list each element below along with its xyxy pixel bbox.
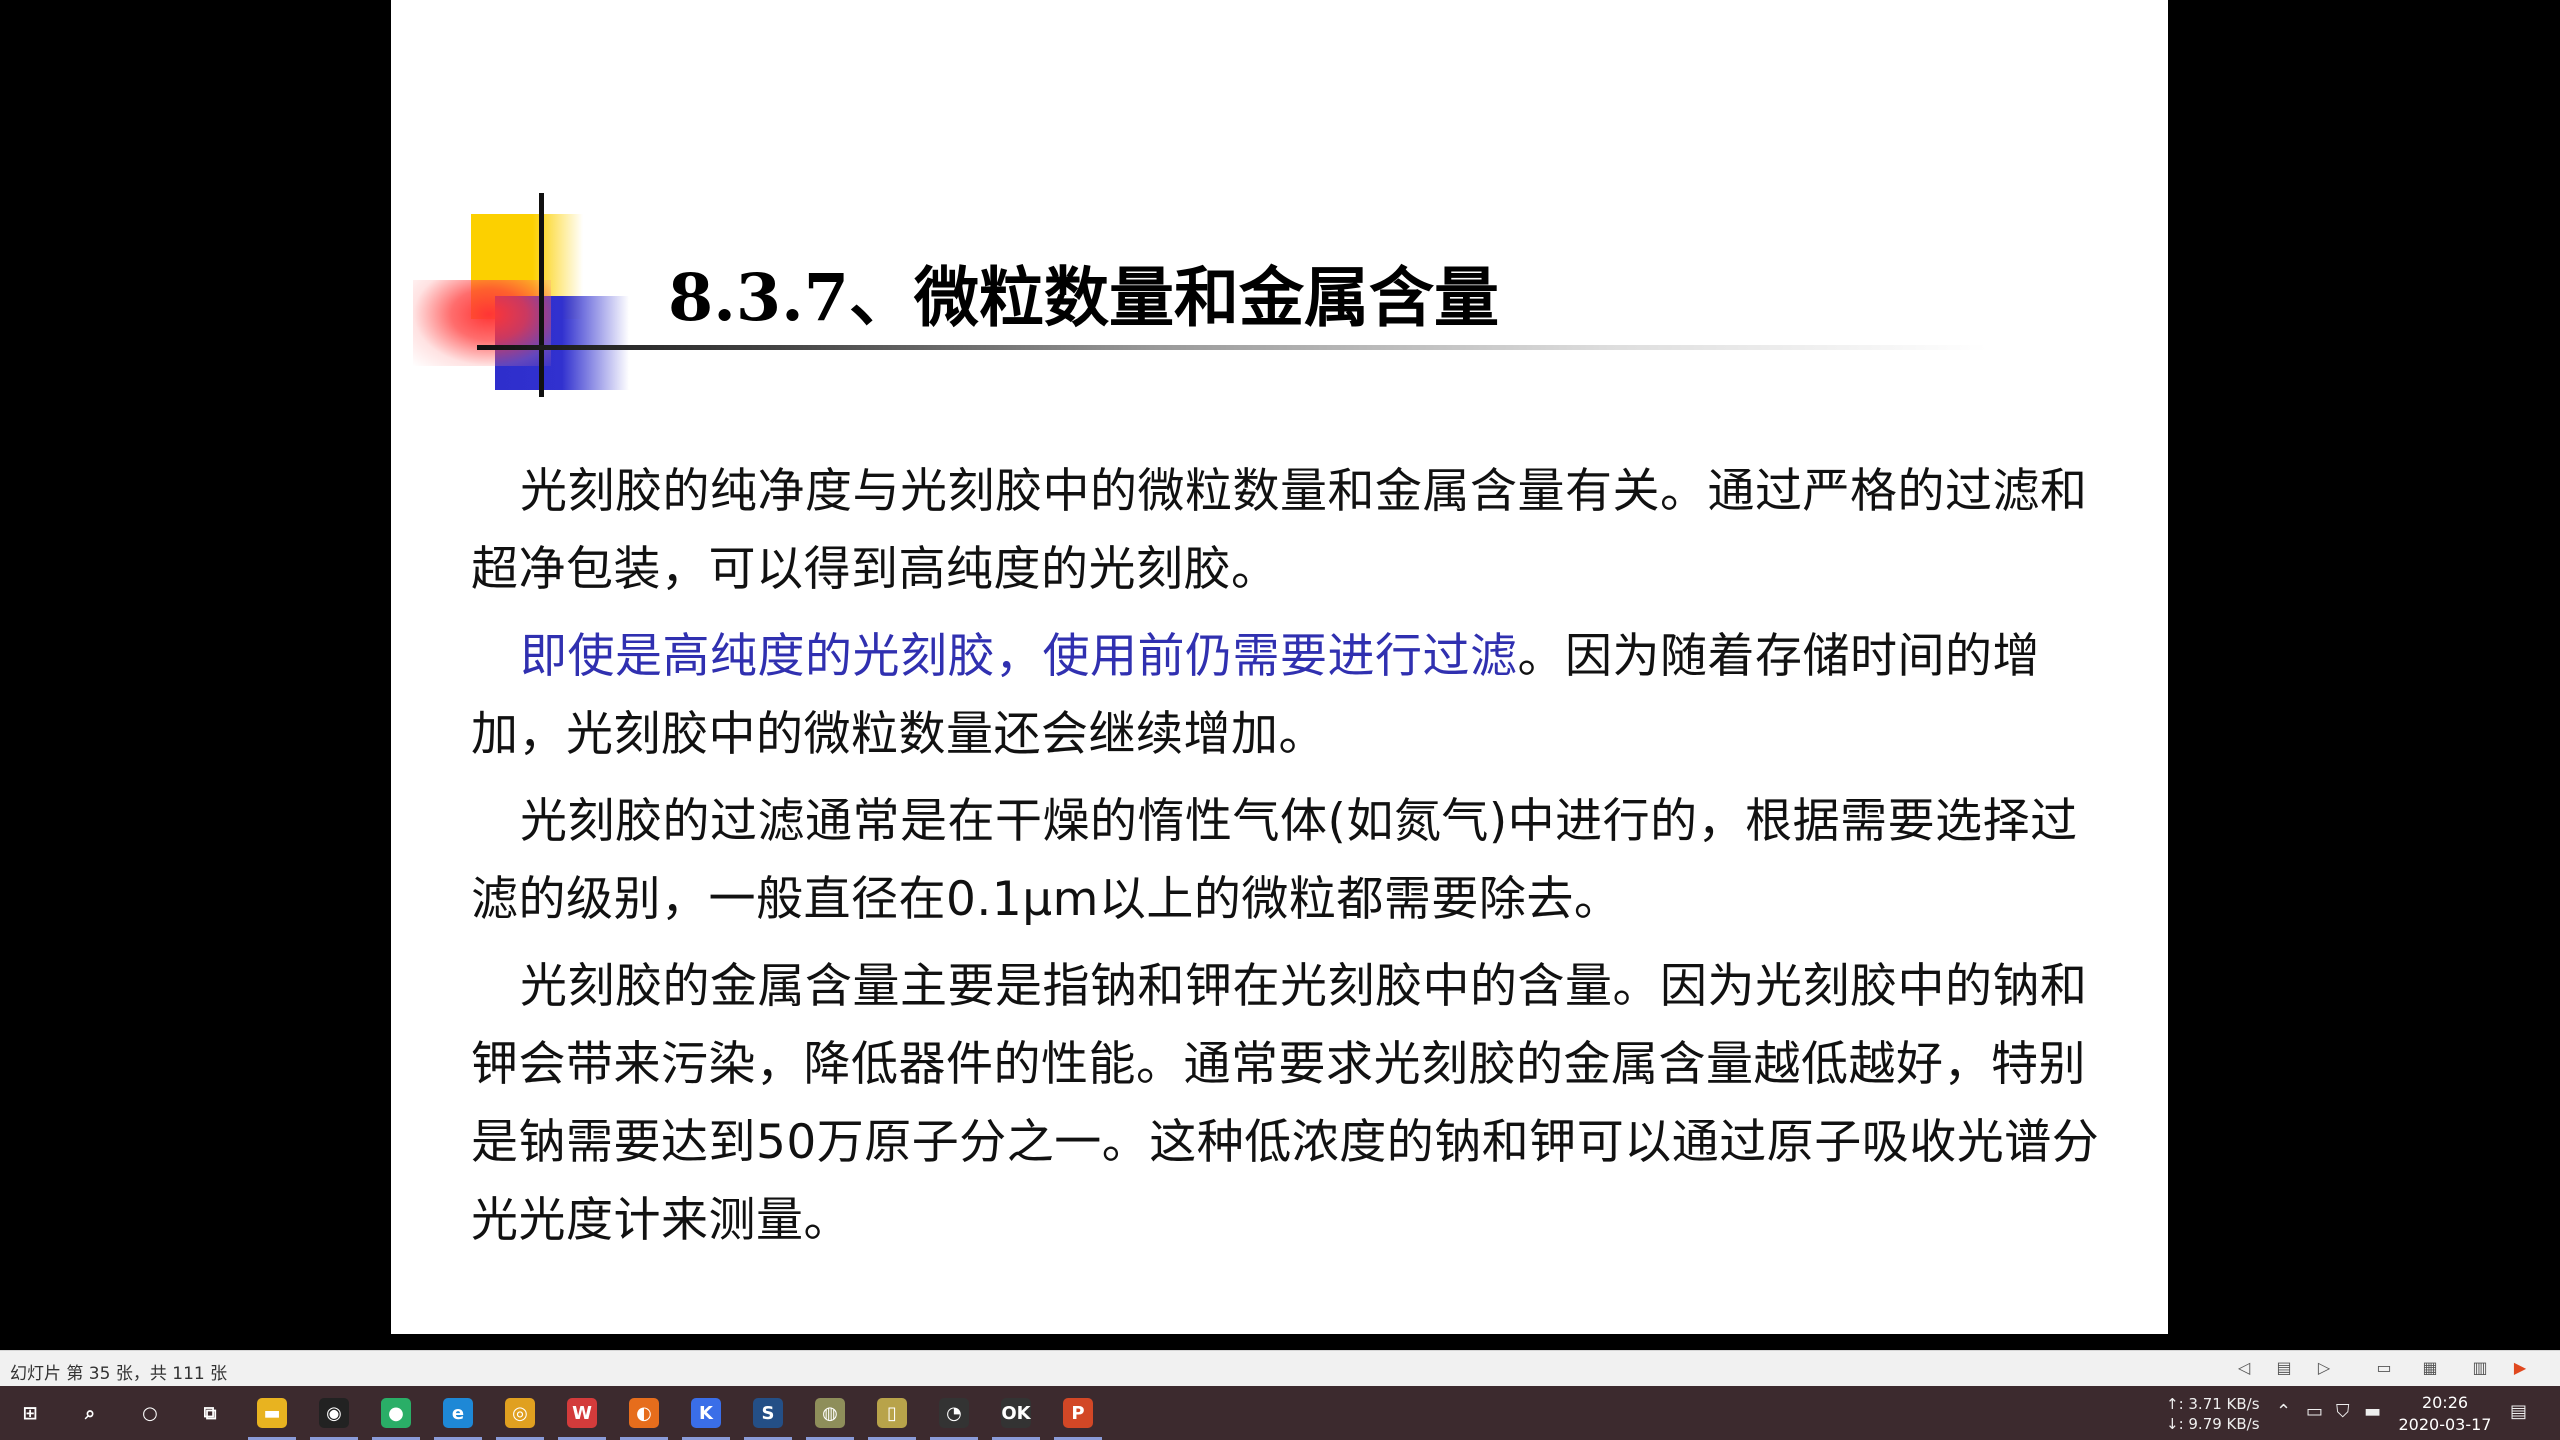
highlighted-text: 即使是高纯度的光刻胶，使用前仍需要进行过滤	[520, 629, 1518, 684]
taskbar-start-button[interactable]: ⊞	[0, 1386, 60, 1440]
taskbar-app-s-button[interactable]: S	[738, 1386, 798, 1440]
notes-icon[interactable]: ▤	[2274, 1359, 2294, 1377]
taskbar-app-k-button[interactable]: K	[676, 1386, 736, 1440]
upload-speed: ↑: 3.71 KB/s	[2166, 1395, 2260, 1413]
taskbar-app-ok-button[interactable]: OK	[986, 1386, 1046, 1440]
app-disk-icon: ◍	[815, 1398, 845, 1428]
taskbar-task-view-button[interactable]: ⧉	[180, 1386, 240, 1440]
paragraph-filtering-need: 即使是高纯度的光刻胶，使用前仍需要进行过滤。因为随着存储时间的增加，光刻胶中的微…	[471, 618, 2113, 774]
paragraph-purity: 光刻胶的纯净度与光刻胶中的微粒数量和金属含量有关。通过严格的过滤和超净包装，可以…	[471, 453, 2113, 609]
taskbar-powerpoint-button[interactable]: P	[1048, 1386, 1108, 1440]
slide-counter: 幻灯片 第 35 张，共 111 张	[10, 1364, 228, 1384]
edge-icon: e	[443, 1398, 473, 1428]
taskbar-qq-button[interactable]: ◉	[304, 1386, 364, 1440]
battery-icon[interactable]: ▬	[2364, 1402, 2381, 1422]
taskbar-chrome-button[interactable]: ◎	[490, 1386, 550, 1440]
taskbar-wechat-button[interactable]: ●	[366, 1386, 426, 1440]
taskbar-app-phone-button[interactable]: ▯	[862, 1386, 922, 1440]
shield-icon[interactable]: ⛉	[2336, 1402, 2350, 1422]
title-decoration-red-square	[413, 280, 551, 366]
firefox-icon: ◐	[629, 1398, 659, 1428]
reading-view-icon[interactable]: ▥	[2470, 1359, 2490, 1377]
clock-time: 20:26	[2421, 1393, 2469, 1412]
chevron-up-icon[interactable]: ⌃	[2276, 1402, 2291, 1422]
network-speed: ↑: 3.71 KB/s ↓: 9.79 KB/s	[2166, 1394, 2260, 1434]
network-icon[interactable]: ▭	[2306, 1402, 2323, 1422]
paragraph-text: 光刻胶的纯净度与光刻胶中的微粒数量和金属含量有关。通过严格的过滤和超净包装，可以…	[471, 464, 2088, 597]
taskbar-wps-button[interactable]: W	[552, 1386, 612, 1440]
app-phone-icon: ▯	[877, 1398, 907, 1428]
task-view-icon: ⧉	[203, 1402, 217, 1424]
normal-view-icon[interactable]: ▭	[2374, 1359, 2394, 1377]
app-ok-icon: OK	[1001, 1398, 1031, 1428]
obs-icon: ◔	[939, 1398, 969, 1428]
search-icon: ⌕	[84, 1402, 96, 1424]
taskbar-app-disk-button[interactable]: ◍	[800, 1386, 860, 1440]
clock-date: 2020-03-17	[2398, 1415, 2492, 1434]
slide-canvas: 8.3.7、微粒数量和金属含量 光刻胶的纯净度与光刻胶中的微粒数量和金属含量有关…	[391, 0, 2168, 1334]
wps-icon: W	[567, 1398, 597, 1428]
chrome-icon: ◎	[505, 1398, 535, 1428]
taskbar-obs-button[interactable]: ◔	[924, 1386, 984, 1440]
slide-body: 光刻胶的纯净度与光刻胶中的微粒数量和金属含量有关。通过严格的过滤和超净包装，可以…	[471, 453, 2113, 1269]
paragraph-text: 光刻胶的过滤通常是在干燥的惰性气体(如氮气)中进行的，根据需要选择过滤的级别，一…	[471, 794, 2078, 927]
taskbar-file-explorer-button[interactable]: ▬	[242, 1386, 302, 1440]
file-explorer-icon: ▬	[257, 1398, 287, 1428]
title-decoration-vertical-line	[539, 193, 544, 397]
system-clock[interactable]: 20:26 2020-03-17	[2395, 1392, 2495, 1436]
notification-icon[interactable]: ▤	[2510, 1402, 2527, 1422]
wechat-icon: ●	[381, 1398, 411, 1428]
windows-taskbar: ⊞ ⌕ ○ ⧉ ▬ ◉ ● e ◎ W ◐ K S ◍ ▯ ◔ OK P ↑: 3.71 KB/s ↓: 9.79…	[0, 1386, 2560, 1440]
sorter-view-icon[interactable]: ▦	[2420, 1359, 2440, 1377]
taskbar-search-button[interactable]: ⌕	[60, 1386, 120, 1440]
taskbar-edge-button[interactable]: e	[428, 1386, 488, 1440]
download-speed: ↓: 9.79 KB/s	[2166, 1415, 2260, 1433]
taskbar-firefox-button[interactable]: ◐	[614, 1386, 674, 1440]
app-s-icon: S	[753, 1398, 783, 1428]
qq-icon: ◉	[319, 1398, 349, 1428]
start-icon: ⊞	[22, 1402, 38, 1424]
slideshow-icon[interactable]: ▶	[2510, 1359, 2530, 1377]
cortana-icon: ○	[142, 1402, 158, 1424]
app-k-icon: K	[691, 1398, 721, 1428]
slide-title: 8.3.7、微粒数量和金属含量	[668, 260, 1499, 336]
prev-icon[interactable]: ◁	[2234, 1359, 2254, 1377]
powerpoint-status-bar: 幻灯片 第 35 张，共 111 张 ◁ ▤ ▷ ▭ ▦ ▥ ▶	[0, 1350, 2560, 1387]
powerpoint-icon: P	[1063, 1398, 1093, 1428]
taskbar-cortana-button[interactable]: ○	[120, 1386, 180, 1440]
paragraph-filtering-method: 光刻胶的过滤通常是在干燥的惰性气体(如氮气)中进行的，根据需要选择过滤的级别，一…	[471, 783, 2113, 939]
next-icon[interactable]: ▷	[2314, 1359, 2334, 1377]
title-underline	[477, 345, 1987, 350]
paragraph-text: 光刻胶的金属含量主要是指钠和钾在光刻胶中的含量。因为光刻胶中的钠和钾会带来污染，…	[471, 959, 2100, 1248]
paragraph-metal-content: 光刻胶的金属含量主要是指钠和钾在光刻胶中的含量。因为光刻胶中的钠和钾会带来污染，…	[471, 948, 2113, 1260]
